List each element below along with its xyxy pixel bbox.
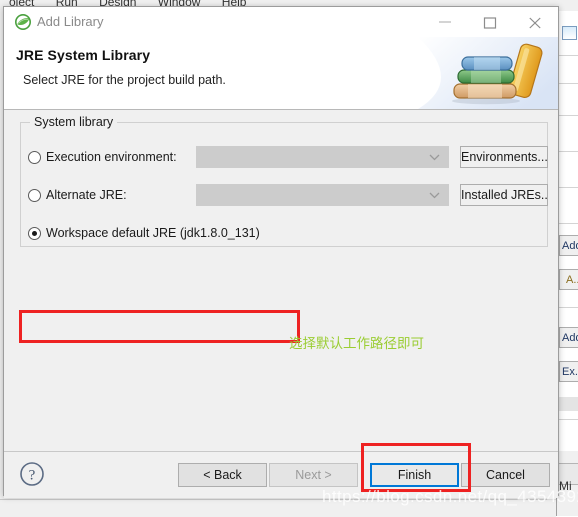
background-separator (557, 55, 578, 56)
background-separator (557, 419, 578, 420)
page-description: Select JRE for the project build path. (23, 73, 226, 87)
svg-text:?: ? (29, 467, 36, 483)
row-execution-environment: Execution environment: Environments... (4, 144, 558, 170)
background-button-add-2[interactable]: Add... (559, 327, 578, 348)
row-alternate-jre: Alternate JRE: Installed JREs... (4, 182, 558, 208)
next-button: Next > (269, 463, 358, 487)
background-separator (557, 223, 578, 224)
radio-workspace-default-jre[interactable]: Workspace default JRE (jdk1.8.0_131) (28, 220, 260, 246)
installed-jres-button[interactable]: Installed JREs... (460, 184, 548, 206)
group-legend: System library (30, 115, 118, 129)
books-stack-icon (418, 37, 558, 109)
dialog-title: Add Library (37, 14, 104, 29)
dialog-body: System library Execution environment: En… (4, 110, 558, 452)
cancel-button[interactable]: Cancel (461, 463, 550, 487)
background-window-bottom-edge (0, 499, 556, 517)
radio-label: Alternate JRE: (46, 188, 127, 202)
background-separator (557, 115, 578, 116)
background-button-add[interactable]: Add... (559, 235, 578, 256)
background-button-export[interactable]: Ex... (559, 361, 578, 382)
background-separator (557, 151, 578, 152)
radio-indicator[interactable] (28, 150, 41, 164)
maximize-icon[interactable] (468, 7, 513, 36)
radio-alternate-jre[interactable]: Alternate JRE: (28, 182, 127, 208)
radio-label: Execution environment: (46, 150, 177, 164)
chevron-down-icon (429, 154, 440, 161)
close-icon[interactable] (513, 7, 558, 36)
dialog-title-bar[interactable]: Add Library (4, 7, 558, 37)
execution-environment-combo[interactable] (196, 146, 449, 168)
page-title: JRE System Library (16, 47, 151, 63)
row-workspace-default-jre: Workspace default JRE (jdk1.8.0_131) (4, 220, 558, 246)
chevron-down-icon (429, 192, 440, 199)
alternate-jre-combo[interactable] (196, 184, 449, 206)
help-icon[interactable]: ? (19, 461, 45, 487)
radio-indicator[interactable] (28, 226, 41, 240)
dialog-footer: ? < Back Next > Finish Cancel (4, 452, 558, 498)
background-separator (557, 307, 578, 308)
finish-button[interactable]: Finish (370, 463, 459, 487)
annotation-note-text: 选择默认工作路径即可 (289, 336, 424, 352)
background-dialog-fragment: Add... A... Add... Ex... Mi (556, 11, 578, 516)
annotation-box-workspace-default (19, 310, 300, 343)
radio-indicator[interactable] (28, 188, 41, 202)
dialog-header: JRE System Library Select JRE for the pr… (4, 37, 558, 110)
environments-button[interactable]: Environments... (460, 146, 548, 168)
add-library-dialog: Add Library JRE System Library Select JR… (3, 6, 559, 498)
radio-label: Workspace default JRE (jdk1.8.0_131) (46, 226, 260, 240)
radio-execution-environment[interactable]: Execution environment: (28, 144, 177, 170)
background-checkbox-icon[interactable] (562, 26, 577, 40)
background-separator (557, 83, 578, 84)
background-separator (557, 187, 578, 188)
back-button[interactable]: < Back (178, 463, 267, 487)
eclipse-icon (15, 14, 31, 30)
minimize-icon[interactable] (423, 7, 468, 36)
background-bottom-label: Mi (559, 479, 572, 493)
background-row (557, 397, 578, 411)
background-button-a[interactable]: A... (559, 269, 578, 290)
background-panel (557, 11, 578, 451)
